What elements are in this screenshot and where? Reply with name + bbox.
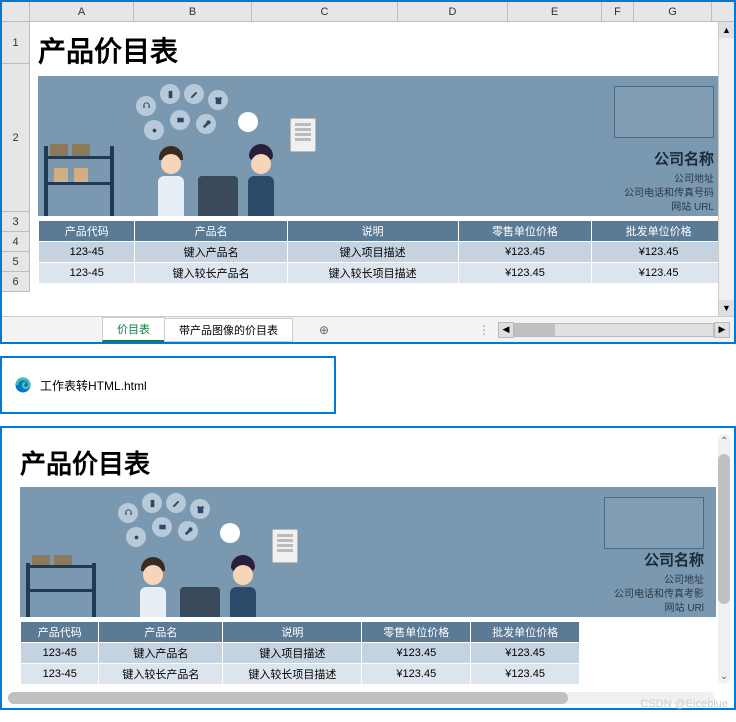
screen-icon xyxy=(157,522,168,533)
phone-icon xyxy=(165,89,176,100)
shirt-icon xyxy=(195,504,206,515)
company-phone: 公司电话和传真考影 xyxy=(614,588,704,602)
excel-window: A B C D E F G 1 2 3 4 5 6 产品价目表 xyxy=(0,0,736,344)
add-sheet-button[interactable]: ⊕ xyxy=(312,320,336,340)
company-url: 网站 URL xyxy=(624,201,714,215)
banner-image: 公司名称 公司地址 公司电话和传真考影 网站 URl xyxy=(20,487,716,617)
gear-icon xyxy=(131,532,142,543)
tab-with-images[interactable]: 带产品图像的价目表 xyxy=(164,318,293,342)
price-table: 产品代码 产品名 说明 零售单位价格 批发单位价格 123-45 键入产品名 键… xyxy=(20,621,580,685)
horizontal-scrollbar[interactable] xyxy=(514,323,714,337)
th-name[interactable]: 产品名 xyxy=(135,221,287,242)
vertical-scrollbar[interactable]: ⌃ ⌄ xyxy=(718,434,730,684)
col-G[interactable]: G xyxy=(634,2,712,21)
company-name: 公司名称 xyxy=(624,148,714,169)
scroll-up-icon[interactable]: ▲ xyxy=(719,22,734,38)
table-header-row: 产品代码 产品名 说明 零售单位价格 批发单位价格 xyxy=(21,622,580,643)
company-address: 公司地址 xyxy=(624,173,714,187)
th-code[interactable]: 产品代码 xyxy=(39,221,135,242)
pencil-icon xyxy=(171,498,182,509)
tab-pricelist[interactable]: 价目表 xyxy=(102,317,165,342)
table-row: 123-45 键入产品名 键入项目描述 ¥123.45 ¥123.45 xyxy=(39,242,726,263)
row-6[interactable]: 6 xyxy=(2,272,30,292)
company-url: 网站 URl xyxy=(614,602,704,616)
column-headers: A B C D E F G xyxy=(2,2,734,22)
image-placeholder xyxy=(604,497,704,549)
company-phone: 公司电话和传真号码 xyxy=(624,187,714,201)
table-row: 123-45 键入产品名 键入项目描述 ¥123.45 ¥123.45 xyxy=(21,643,580,664)
table-row: 123-45 键入较长产品名 键入较长项目描述 ¥123.45 ¥123.45 xyxy=(21,664,580,685)
headphones-icon xyxy=(123,508,134,519)
company-address: 公司地址 xyxy=(614,574,704,588)
row-5[interactable]: 5 xyxy=(2,252,30,272)
watermark: CSDN @Eiceblue xyxy=(640,698,728,710)
edge-icon xyxy=(14,376,32,394)
banner-image: 公司名称 公司地址 公司电话和传真号码 网站 URL xyxy=(38,76,726,216)
html-preview-window: 产品价目表 xyxy=(0,426,736,710)
clipboard-icon xyxy=(272,529,298,563)
wrench-icon xyxy=(201,119,212,130)
sheet-tabs: 价目表 带产品图像的价目表 ⊕ ⋮ ◀ ▶ xyxy=(2,316,734,342)
col-F[interactable]: F xyxy=(602,2,634,21)
row-4[interactable]: 4 xyxy=(2,232,30,252)
select-all-corner[interactable] xyxy=(2,2,30,21)
browser-download-chip[interactable]: 工作表转HTML.html xyxy=(0,356,336,414)
company-name: 公司名称 xyxy=(614,549,704,570)
page-title: 产品价目表 xyxy=(38,30,726,70)
scroll-down-icon[interactable]: ▼ xyxy=(719,300,734,316)
col-E[interactable]: E xyxy=(508,2,602,21)
horizontal-scrollbar[interactable] xyxy=(8,692,714,704)
vertical-scrollbar[interactable]: ▲ ▼ xyxy=(718,22,734,316)
th-retail[interactable]: 零售单位价格 xyxy=(458,221,592,242)
col-A[interactable]: A xyxy=(30,2,134,21)
image-placeholder xyxy=(614,86,714,138)
screen-icon xyxy=(175,115,186,126)
shirt-icon xyxy=(213,95,224,106)
th-wholesale[interactable]: 批发单位价格 xyxy=(592,221,726,242)
row-1[interactable]: 1 xyxy=(2,22,30,64)
pencil-icon xyxy=(189,89,200,100)
scroll-left-icon[interactable]: ◀ xyxy=(498,322,514,338)
col-C[interactable]: C xyxy=(252,2,398,21)
wrench-icon xyxy=(183,526,194,537)
download-filename: 工作表转HTML.html xyxy=(40,377,147,394)
sheet-content[interactable]: 产品价目表 xyxy=(30,22,734,288)
row-3[interactable]: 3 xyxy=(2,212,30,232)
scroll-down-icon[interactable]: ⌄ xyxy=(720,671,728,682)
scroll-right-icon[interactable]: ▶ xyxy=(714,322,730,338)
table-header-row: 产品代码 产品名 说明 零售单位价格 批发单位价格 xyxy=(39,221,726,242)
col-B[interactable]: B xyxy=(134,2,252,21)
html-content[interactable]: 产品价目表 xyxy=(2,428,734,697)
row-headers: 1 2 3 4 5 6 xyxy=(2,22,30,292)
gear-icon xyxy=(149,125,160,136)
scroll-thumb[interactable] xyxy=(8,692,568,704)
page-title: 产品价目表 xyxy=(20,444,716,481)
row-2[interactable]: 2 xyxy=(2,64,30,212)
th-desc[interactable]: 说明 xyxy=(287,221,458,242)
scroll-thumb[interactable] xyxy=(718,454,730,604)
clipboard-icon xyxy=(290,118,316,152)
scroll-up-icon[interactable]: ⌃ xyxy=(720,436,728,447)
phone-icon xyxy=(147,498,158,509)
table-row: 123-45 键入较长产品名 键入较长项目描述 ¥123.45 ¥123.45 xyxy=(39,263,726,284)
col-D[interactable]: D xyxy=(398,2,508,21)
headphones-icon xyxy=(141,101,152,112)
price-table[interactable]: 产品代码 产品名 说明 零售单位价格 批发单位价格 123-45 键入产品名 键… xyxy=(38,220,726,284)
